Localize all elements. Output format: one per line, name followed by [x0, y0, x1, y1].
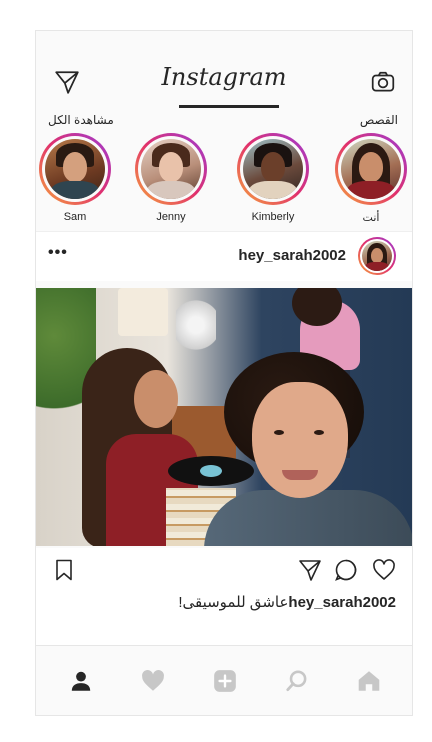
- avatar: [141, 139, 201, 199]
- bookmark-icon[interactable]: [52, 558, 76, 582]
- avatar: [341, 139, 401, 199]
- stories-tray: Sam Jenny Kimberly أنت: [36, 133, 412, 231]
- boy-selfie: [204, 352, 412, 546]
- activity-heart-icon[interactable]: [140, 668, 166, 694]
- like-icon[interactable]: [372, 558, 396, 582]
- post-photo[interactable]: [36, 288, 412, 546]
- profile-icon[interactable]: [68, 668, 94, 694]
- avatar: [243, 139, 303, 199]
- comment-icon[interactable]: [334, 558, 358, 582]
- instagram-app: Instagram مشاهدة الكل القصص Sam Jenny Ki…: [35, 30, 413, 716]
- story-jenny[interactable]: Jenny: [134, 133, 208, 223]
- story-kimberly[interactable]: Kimberly: [236, 133, 310, 223]
- post-header: ••• hey_sarah2002: [36, 231, 412, 281]
- see-all-stories-link[interactable]: مشاهدة الكل: [48, 113, 114, 127]
- post-actions: [36, 548, 412, 588]
- chevron-up-icon: [216, 715, 232, 716]
- story-ring: [335, 133, 407, 205]
- story-name: أنت: [362, 212, 380, 224]
- stories-header: مشاهدة الكل القصص: [36, 113, 412, 131]
- story-sam[interactable]: Sam: [38, 133, 112, 223]
- home-icon[interactable]: [356, 668, 382, 694]
- more-options-icon[interactable]: •••: [48, 244, 68, 262]
- avatar: [45, 139, 105, 199]
- stories-title: القصص: [359, 113, 398, 127]
- caption-text: عاشق للموسيقى!: [178, 594, 289, 611]
- story-name: Jenny: [156, 211, 186, 223]
- story-you[interactable]: أنت: [334, 133, 408, 224]
- post-username[interactable]: hey_sarah2002: [238, 247, 346, 264]
- story-ring: [237, 133, 309, 205]
- new-post-icon[interactable]: [212, 668, 238, 694]
- story-ring: [135, 133, 207, 205]
- logo-underline: [179, 105, 279, 108]
- search-icon[interactable]: [284, 668, 310, 694]
- bottom-navigation: [36, 645, 412, 715]
- share-icon[interactable]: [298, 558, 322, 582]
- camera-icon[interactable]: [370, 69, 396, 95]
- post-caption: hey_sarah2002عاشق للموسيقى!: [36, 587, 412, 645]
- lamp: [118, 288, 168, 336]
- story-name: Kimberly: [251, 211, 295, 223]
- story-ring: [39, 133, 111, 205]
- post-avatar[interactable]: [358, 237, 396, 275]
- caption-username[interactable]: hey_sarah2002: [288, 594, 396, 611]
- app-logo: Instagram: [161, 63, 287, 91]
- top-bar: Instagram: [36, 31, 412, 108]
- story-name: Sam: [63, 211, 87, 223]
